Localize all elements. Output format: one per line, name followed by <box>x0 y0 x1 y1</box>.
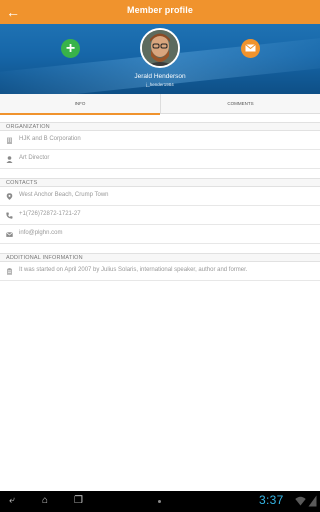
address-value: West Anchor Beach, Crump Town <box>19 192 109 198</box>
section-header-additional: ADDITIONAL INFORMATION <box>0 253 320 262</box>
list-item-company: HJK and B Corporation <box>0 131 320 150</box>
additional-value: It was started on April 2007 by Julius S… <box>19 267 248 273</box>
tab-comments[interactable]: COMMENTS <box>160 94 320 114</box>
app-bar: ← Member profile <box>0 0 320 24</box>
phone-icon <box>6 212 13 219</box>
page-title: Member profile <box>127 5 193 15</box>
list-item-email[interactable]: info@plghn.com <box>0 225 320 244</box>
profile-handle: j_hender1984 <box>146 82 174 87</box>
nav-home-icon[interactable]: ⌂ <box>42 495 48 507</box>
phone-value: +1(726)72872-1721-27 <box>19 211 81 217</box>
role-value: Art Director <box>19 155 50 161</box>
send-message-button[interactable] <box>241 39 260 58</box>
building-icon <box>7 137 12 144</box>
add-contact-button[interactable]: + <box>61 39 80 58</box>
status-clock: 3:37 <box>259 493 284 507</box>
nav-back-icon[interactable]: ⤶ <box>9 495 15 507</box>
signal-icon <box>308 495 317 507</box>
profile-name: Jerald Henderson <box>134 73 186 80</box>
envelope-icon <box>245 44 256 52</box>
person-icon <box>6 156 13 163</box>
nav-menu-icon[interactable] <box>158 500 161 503</box>
clipboard-icon <box>7 268 12 275</box>
list-item-role: Art Director <box>0 150 320 169</box>
profile-header: + Jerald Henderson j_hender1984 <box>0 24 320 94</box>
envelope-icon <box>6 232 13 237</box>
section-header-organization: ORGANIZATION <box>0 122 320 131</box>
email-value: info@plghn.com <box>19 230 63 236</box>
tab-bar: INFO COMMENTS <box>0 94 320 115</box>
company-value: HJK and B Corporation <box>19 136 81 142</box>
nav-recent-apps-icon[interactable]: ❐ <box>74 495 83 507</box>
avatar <box>140 28 180 68</box>
list-item-address[interactable]: West Anchor Beach, Crump Town <box>0 187 320 206</box>
location-pin-icon <box>6 193 13 200</box>
tab-info[interactable]: INFO <box>0 94 160 115</box>
avatar-portrait <box>142 30 178 66</box>
section-header-contacts: CONTACTS <box>0 178 320 187</box>
wifi-icon <box>295 496 306 506</box>
list-item-phone[interactable]: +1(726)72872-1721-27 <box>0 206 320 225</box>
list-item-additional: It was started on April 2007 by Julius S… <box>0 262 320 281</box>
system-navigation-bar: ⤶ ⌂ ❐ 3:37 <box>0 491 320 512</box>
